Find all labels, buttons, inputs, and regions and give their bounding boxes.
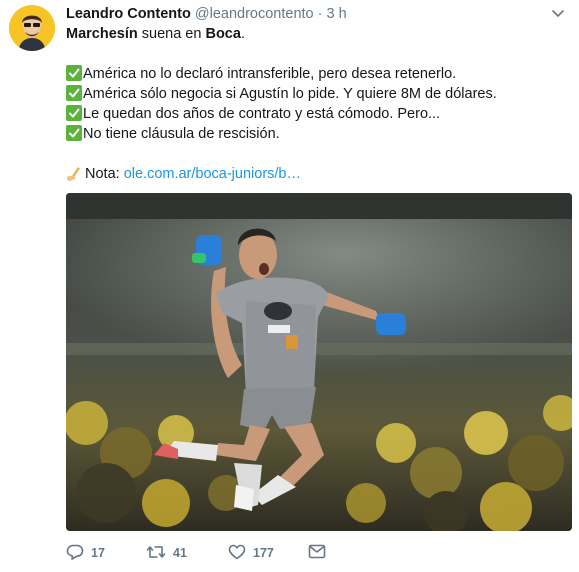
note-label: Nota:	[85, 166, 124, 182]
note-line: Nota: ole.com.ar/boca-juniors/b…	[66, 164, 566, 184]
headline-name-a[interactable]: Marchesín	[66, 26, 138, 42]
bullet-item: No tiene cláusula de rescisión.	[66, 124, 566, 144]
bullet-text: América sólo negocia si Agustín lo pide.…	[83, 86, 497, 102]
reply-count: 17	[91, 546, 105, 560]
tweet-text: Marchesín suena en Boca. América no lo d…	[66, 24, 566, 184]
like-icon	[228, 544, 246, 563]
retweet-count: 41	[173, 546, 187, 560]
reply-icon	[66, 544, 84, 563]
writing-hand-icon	[66, 164, 84, 182]
headline-end: .	[240, 26, 245, 42]
like-count: 177	[253, 546, 274, 560]
bullet-item: Le quedan dos años de contrato y está có…	[66, 104, 566, 124]
separator-dot: ·	[317, 6, 323, 22]
author-name[interactable]: Leandro Contento	[66, 6, 191, 22]
retweet-icon	[146, 544, 166, 563]
author-handle[interactable]: @leandrocontento	[195, 6, 314, 22]
bullet-item: América no lo declaró intransferible, pe…	[66, 64, 566, 84]
checkmark-icon	[66, 85, 82, 101]
avatar-illustration	[9, 5, 55, 51]
headline: Marchesín suena en Boca.	[66, 24, 566, 44]
tweet-timestamp[interactable]: 3 h	[327, 6, 347, 22]
bullet-text: América no lo declaró intransferible, pe…	[83, 66, 457, 82]
bullet-text: Le quedan dos años de contrato y está có…	[83, 106, 441, 122]
like-action[interactable]: 177	[228, 542, 274, 564]
bullet-item: América sólo negocia si Agustín lo pide.…	[66, 84, 566, 104]
bullet-text: No tiene cláusula de rescisión.	[83, 126, 280, 142]
retweet-action[interactable]: 41	[146, 542, 187, 564]
message-icon	[308, 544, 326, 562]
checkmark-icon	[66, 65, 82, 81]
tweet-header: Leandro Contento @leandrocontento · 3 h	[66, 5, 539, 23]
goalkeeper-celebration-photo	[66, 193, 572, 531]
note-link[interactable]: ole.com.ar/boca-juniors/b…	[124, 166, 301, 182]
caret-down-icon[interactable]	[549, 6, 567, 22]
headline-name-b[interactable]: Boca	[205, 26, 240, 42]
avatar[interactable]	[9, 5, 55, 51]
tweet-card: Leandro Contento @leandrocontento · 3 h …	[0, 0, 579, 572]
tweet-photo[interactable]	[66, 193, 572, 531]
headline-middle: suena en	[137, 26, 206, 42]
message-action[interactable]	[308, 542, 326, 564]
checkmark-icon	[66, 105, 82, 121]
checkmark-icon	[66, 125, 82, 141]
reply-action[interactable]: 17	[66, 542, 105, 564]
